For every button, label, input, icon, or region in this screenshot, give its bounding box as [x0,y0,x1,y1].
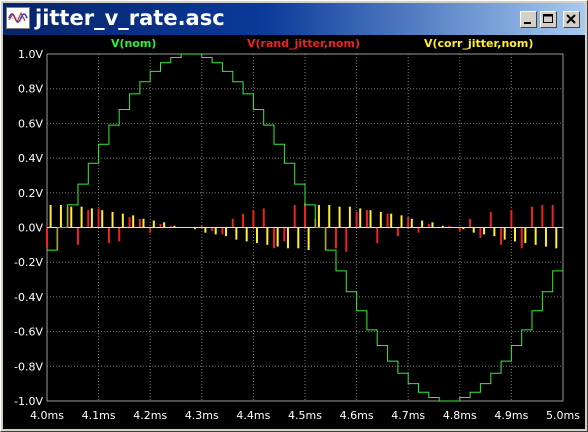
y-tick-label: -0.6V [14,326,43,339]
close-button[interactable] [563,11,580,28]
waveform-icon [6,7,30,29]
plot-pane[interactable]: 1.0V 0.8V 0.6V 0.4V 0.2V 0.0V -0.2V -0.4V -0.6V -… [3,35,585,429]
legend-rand-jitter[interactable]: V(rand_jitter,nom) [247,37,360,50]
waveform-window: jitter_v_rate.asc 1.0V 0.8V 0.6V 0.4V 0.2V 0.… [0,0,588,432]
y-tick-label: 1.0V [18,48,43,61]
maximize-button[interactable] [540,11,557,28]
y-tick-label: -1.0V [14,395,43,408]
legend-corr-jitter[interactable]: V(corr_jitter,nom) [424,37,533,50]
y-tick-label: -0.8V [14,360,43,373]
y-tick-label: 0.6V [18,117,43,130]
x-tick-label: 4.6ms [340,409,374,422]
x-tick-label: 5.0ms [546,409,580,422]
y-tick-label: 0.4V [18,152,43,165]
x-tick-label: 4.2ms [133,409,167,422]
waveform-plot[interactable]: 1.0V 0.8V 0.6V 0.4V 0.2V 0.0V -0.2V -0.4V -0.6V -… [3,35,585,429]
x-tick-label: 4.9ms [494,409,528,422]
y-tick-label: 0.0V [18,222,43,235]
x-tick-label: 4.4ms [236,409,270,422]
window-title: jitter_v_rate.asc [35,6,225,30]
minimize-icon [524,22,531,24]
x-tick-label: 4.0ms [30,409,64,422]
minimize-button[interactable] [520,11,537,28]
x-tick-label: 4.7ms [391,409,425,422]
x-tick-label: 4.3ms [185,409,219,422]
title-bar[interactable]: jitter_v_rate.asc [3,3,585,35]
x-tick-label: 4.1ms [82,409,116,422]
y-tick-label: 0.2V [18,187,43,200]
legend-nom[interactable]: V(nom) [111,37,156,50]
y-tick-label: -0.2V [14,256,43,269]
y-tick-label: 0.8V [18,83,43,96]
y-tick-label: -0.4V [14,291,43,304]
close-icon [566,14,576,24]
maximize-icon [543,14,553,23]
x-tick-label: 4.8ms [443,409,477,422]
x-tick-label: 4.5ms [288,409,322,422]
